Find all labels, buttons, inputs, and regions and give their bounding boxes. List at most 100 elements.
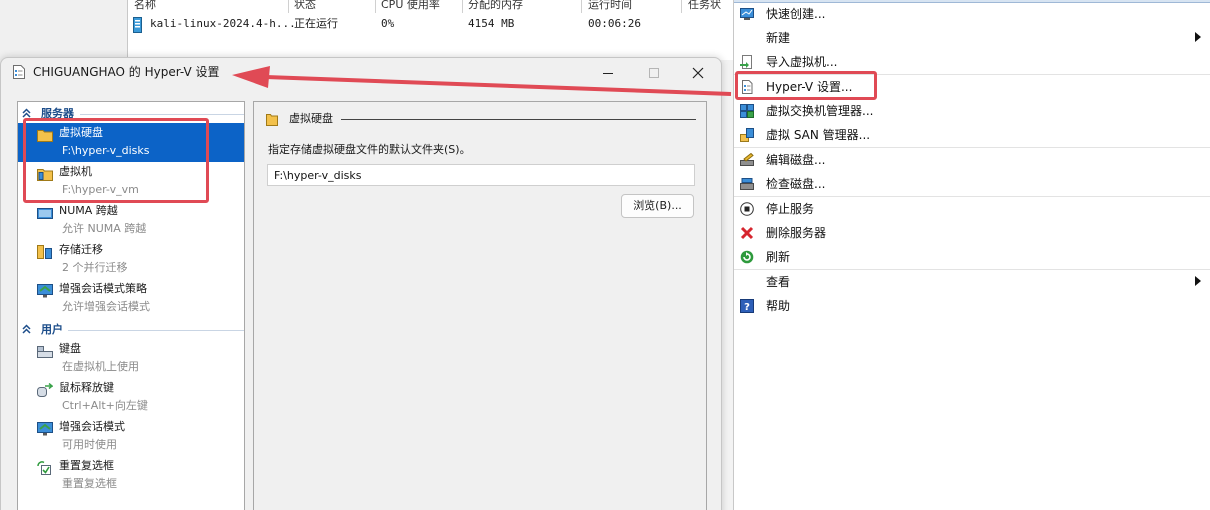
action-inspect-disk[interactable]: 检查磁盘... — [734, 172, 1210, 196]
action-help[interactable]: ? 帮助 — [734, 294, 1210, 318]
submenu-arrow-icon — [1195, 32, 1201, 42]
action-label: 虚拟交换机管理器... — [766, 104, 874, 118]
action-stop-service[interactable]: 停止服务 — [734, 197, 1210, 221]
tree-item-value: 允许 NUMA 跨越 — [62, 222, 147, 235]
storage-migration-icon — [37, 245, 52, 259]
col-header-cpu[interactable]: CPU 使用率 — [381, 0, 461, 13]
tree-item-label: 重置复选框 — [59, 459, 114, 472]
delete-icon — [740, 226, 754, 240]
tree-section-label: 用户 — [41, 323, 63, 336]
content-section-title: 虚拟硬盘 — [289, 112, 333, 125]
vm-list-pane: 名称 状态 CPU 使用率 分配的内存 运行时间 任务状 kali-linux-… — [0, 0, 733, 60]
col-header-uptime[interactable]: 运行时间 — [588, 0, 678, 13]
svg-text:?: ? — [744, 302, 750, 313]
tree-item-value: 允许增强会话模式 — [62, 300, 150, 313]
column-divider — [681, 0, 682, 13]
column-divider — [462, 0, 463, 13]
settings-content-pane: 虚拟硬盘 指定存储虚拟硬盘文件的默认文件夹(S)。 浏览(B)... — [253, 101, 707, 510]
tree-item-label: 键盘 — [59, 342, 81, 355]
reset-checkbox-icon — [37, 461, 51, 475]
column-divider — [581, 0, 582, 13]
action-switch-manager[interactable]: 虚拟交换机管理器... — [734, 99, 1210, 123]
san-manager-icon — [740, 128, 754, 142]
tree-item-value: 重置复选框 — [62, 477, 117, 490]
settings-page-icon — [13, 65, 25, 79]
action-new[interactable]: 新建 — [734, 26, 1210, 50]
action-label: 导入虚拟机... — [766, 55, 838, 69]
tree-item-enhanced-session[interactable]: 增强会话模式 可用时使用 — [18, 417, 244, 456]
tree-item-reset-checkbox[interactable]: 重置复选框 重置复选框 — [18, 456, 244, 495]
action-label: 查看 — [766, 275, 791, 289]
action-label: 虚拟 SAN 管理器... — [766, 128, 871, 142]
tree-item-value: 可用时使用 — [62, 438, 117, 451]
action-label: 快速创建... — [766, 7, 826, 21]
stop-icon — [740, 202, 754, 216]
tree-item-numa[interactable]: NUMA 跨越 允许 NUMA 跨越 — [18, 201, 244, 240]
action-label: 检查磁盘... — [766, 177, 826, 191]
vm-cpu: 0% — [381, 17, 395, 30]
inspect-disk-icon — [740, 178, 754, 190]
column-divider — [375, 0, 376, 13]
help-icon: ? — [740, 299, 754, 313]
import-vm-icon — [740, 55, 752, 69]
col-header-task[interactable]: 任务状 — [688, 0, 732, 13]
tree-item-label: 增强会话模式策略 — [59, 282, 147, 295]
numa-icon — [37, 208, 53, 219]
divider — [68, 330, 244, 331]
browse-button[interactable]: 浏览(B)... — [621, 194, 694, 218]
action-label: 帮助 — [766, 299, 791, 313]
action-view[interactable]: 查看 — [734, 270, 1210, 294]
default-folder-input[interactable] — [267, 164, 695, 186]
col-header-state[interactable]: 状态 — [294, 0, 374, 13]
divider — [341, 119, 696, 120]
enhanced-session-icon — [37, 422, 53, 436]
action-label: 编辑磁盘... — [766, 153, 826, 167]
refresh-icon — [740, 250, 754, 264]
action-san-manager[interactable]: 虚拟 SAN 管理器... — [734, 123, 1210, 147]
vm-memory: 4154 MB — [468, 17, 515, 30]
mouse-release-icon — [37, 383, 53, 397]
action-refresh[interactable]: 刷新 — [734, 245, 1210, 269]
action-edit-disk[interactable]: 编辑磁盘... — [734, 148, 1210, 172]
divider — [80, 114, 244, 115]
tree-item-label: NUMA 跨越 — [59, 204, 118, 217]
quick-create-icon — [740, 8, 754, 20]
collapse-chevron-icon — [22, 324, 31, 334]
tree-item-label: 增强会话模式 — [59, 420, 125, 433]
col-header-name[interactable]: 名称 — [134, 0, 274, 13]
col-header-memory[interactable]: 分配的内存 — [468, 0, 578, 13]
keyboard-icon — [37, 346, 53, 358]
action-label: 刷新 — [766, 250, 791, 264]
vm-uptime: 00:06:26 — [588, 17, 641, 30]
tree-item-value: 在虚拟机上使用 — [62, 360, 139, 373]
tree-item-value: Ctrl+Alt+向左键 — [62, 399, 148, 412]
action-delete-server[interactable]: 删除服务器 — [734, 221, 1210, 245]
tree-section-user[interactable]: 用户 — [18, 323, 244, 337]
default-folder-label: 指定存储虚拟硬盘文件的默认文件夹(S)。 — [268, 143, 471, 156]
tree-item-enhanced-session-policy[interactable]: 增强会话模式策略 允许增强会话模式 — [18, 279, 244, 318]
switch-manager-icon — [740, 104, 754, 118]
column-divider — [288, 0, 289, 13]
vm-icon — [133, 17, 142, 33]
action-label: 停止服务 — [766, 202, 815, 216]
navigation-pane — [0, 0, 128, 60]
tree-item-keyboard[interactable]: 键盘 在虚拟机上使用 — [18, 339, 244, 378]
tree-item-label: 存储迁移 — [59, 243, 103, 256]
tree-item-value: 2 个并行迁移 — [62, 261, 128, 274]
tree-item-mouse-release[interactable]: 鼠标释放键 Ctrl+Alt+向左键 — [18, 378, 244, 417]
tree-item-storage-migration[interactable]: 存储迁移 2 个并行迁移 — [18, 240, 244, 279]
vm-state: 正在运行 — [294, 17, 338, 30]
tree-item-label: 鼠标释放键 — [59, 381, 114, 394]
action-label: 新建 — [766, 31, 791, 45]
annotation-arrow — [232, 66, 732, 96]
edit-disk-icon — [740, 153, 754, 166]
folder-icon — [266, 114, 278, 126]
annotation-highlight-box — [735, 71, 877, 100]
submenu-arrow-icon — [1195, 276, 1201, 286]
dialog-title: CHIGUANGHAO 的 Hyper-V 设置 — [33, 65, 220, 79]
action-label: 删除服务器 — [766, 226, 827, 240]
enhanced-session-icon — [37, 284, 53, 298]
vm-name: kali-linux-2024.4-h... — [150, 17, 296, 30]
action-quick-create[interactable]: 快速创建... — [734, 2, 1210, 26]
annotation-highlight-box — [23, 118, 209, 203]
